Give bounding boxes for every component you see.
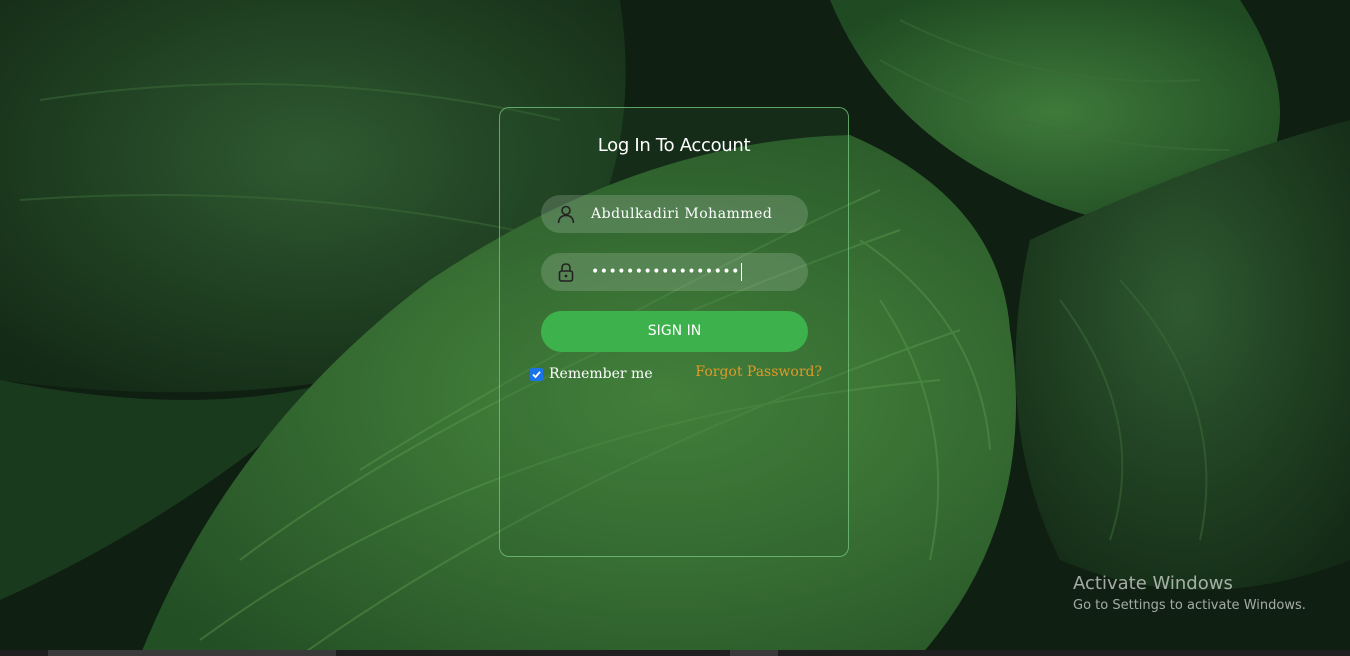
text-caret: [740, 263, 742, 281]
sign-in-button[interactable]: SIGN IN: [541, 311, 808, 352]
checkmark-icon: [532, 370, 541, 378]
password-value: •••••••••••••••••: [591, 264, 740, 280]
taskbar-active-app[interactable]: [730, 650, 778, 656]
watermark-title: Activate Windows: [1073, 573, 1233, 594]
activate-windows-watermark: Activate Windows Go to Settings to activ…: [1073, 573, 1306, 617]
lock-icon: [556, 262, 576, 282]
taskbar-search-area[interactable]: [48, 650, 336, 656]
remember-me-checkbox[interactable]: [530, 367, 543, 381]
remember-me-label: Remember me: [549, 366, 653, 382]
user-icon: [556, 204, 576, 224]
login-title: Log In To Account: [597, 135, 751, 156]
watermark-subtitle: Go to Settings to activate Windows.: [1073, 598, 1306, 613]
password-field[interactable]: •••••••••••••••••: [541, 253, 808, 291]
taskbar: [0, 650, 1350, 656]
username-field[interactable]: Abdulkadiri Mohammed: [541, 195, 808, 233]
login-card: Log In To Account Abdulkadiri Mohammed •…: [499, 107, 849, 557]
username-value: Abdulkadiri Mohammed: [591, 206, 773, 222]
remember-me-group[interactable]: Remember me: [530, 364, 653, 384]
password-value-wrap: •••••••••••••••••: [591, 253, 742, 291]
forgot-password-link[interactable]: Forgot Password?: [695, 364, 822, 380]
